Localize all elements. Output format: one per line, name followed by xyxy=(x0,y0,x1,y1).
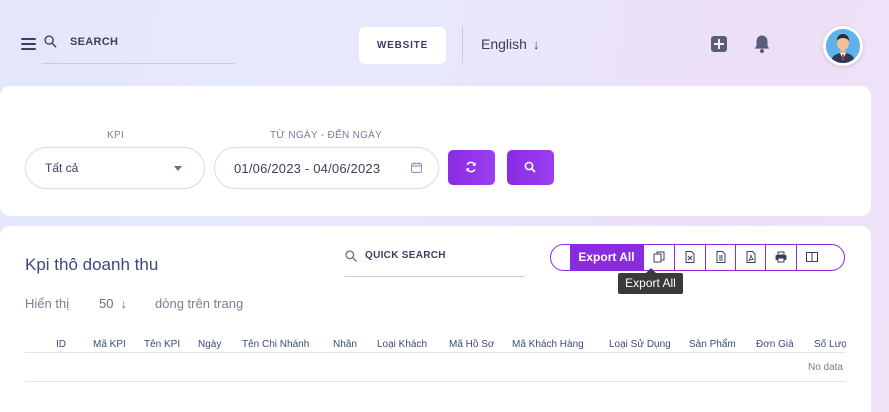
column-header[interactable]: Mã Khách Hàng xyxy=(512,339,584,350)
table-card: Kpi thô doanh thu Export All Export All … xyxy=(0,226,871,412)
refresh-icon xyxy=(466,161,476,173)
kpi-label: KPI xyxy=(107,130,125,141)
column-header[interactable]: Đơn Giá xyxy=(756,339,794,350)
page-size-value: 50 xyxy=(99,296,114,311)
rows-per-page-label: dòng trên trang xyxy=(155,296,244,311)
column-header[interactable]: Nhân xyxy=(333,339,357,350)
website-button[interactable]: WEBSITE xyxy=(359,27,446,64)
excel-file-icon xyxy=(685,251,695,263)
export-all-tooltip: Export All xyxy=(618,268,683,294)
column-header[interactable]: Loại Khách xyxy=(377,339,427,350)
pdf-button[interactable] xyxy=(735,245,765,270)
table-title: Kpi thô doanh thu xyxy=(25,255,159,274)
filter-card: KPI TỪ NGÀY - ĐẾN NGÀY Tất cả 01/06/2023… xyxy=(0,86,871,216)
show-label: Hiển thị xyxy=(25,296,70,311)
excel-button[interactable] xyxy=(674,245,704,270)
menu-icon[interactable] xyxy=(21,38,36,50)
language-selector[interactable]: English ↓ xyxy=(481,36,539,52)
caret-down-icon xyxy=(174,166,182,171)
column-header[interactable]: ID xyxy=(56,339,66,350)
column-header[interactable]: Loại Sử Dụng xyxy=(609,339,671,350)
avatar[interactable] xyxy=(823,26,863,66)
top-bar: WEBSITE English ↓ xyxy=(0,0,889,86)
print-button[interactable] xyxy=(765,245,795,270)
search-button[interactable] xyxy=(507,150,554,185)
refresh-button[interactable] xyxy=(448,150,495,185)
arrow-down-icon: ↓ xyxy=(532,37,540,52)
column-header[interactable]: Số Lượ xyxy=(814,339,846,350)
column-header[interactable]: Tên KPI xyxy=(144,339,180,350)
print-icon xyxy=(775,251,787,263)
date-range-picker[interactable]: 01/06/2023 - 04/06/2023 xyxy=(214,147,439,189)
csv-button[interactable] xyxy=(705,245,735,270)
header-divider xyxy=(462,26,463,63)
columns-icon xyxy=(806,252,818,262)
arrow-down-icon: ↓ xyxy=(120,296,127,311)
search-icon xyxy=(44,35,57,48)
text-file-icon xyxy=(716,251,726,263)
export-button-group: Export All xyxy=(550,244,845,271)
page-size-select[interactable]: 50 ↓ xyxy=(99,296,127,311)
bell-icon[interactable] xyxy=(753,34,771,54)
column-header[interactable]: Sản Phẩm xyxy=(689,339,736,350)
table-header: ID Mã KPI Tên KPI Ngày Tên Chi Nhánh Nhâ… xyxy=(25,330,846,353)
column-header[interactable]: Tên Chi Nhánh xyxy=(242,339,309,350)
kpi-select[interactable]: Tất cả xyxy=(25,147,205,189)
user-avatar-icon xyxy=(826,29,860,63)
column-visibility-button[interactable] xyxy=(796,245,826,270)
quick-search-box xyxy=(344,244,525,277)
search-box xyxy=(42,30,235,64)
date-range-label: TỪ NGÀY - ĐẾN NGÀY xyxy=(270,130,383,141)
date-range-value: 01/06/2023 - 04/06/2023 xyxy=(234,161,381,176)
no-data-text: No data xyxy=(807,362,843,373)
search-icon xyxy=(345,250,357,262)
search-input[interactable] xyxy=(70,36,230,48)
kpi-select-value: Tất cả xyxy=(45,161,79,175)
empty-row: No data xyxy=(25,353,846,382)
copy-icon xyxy=(653,251,665,263)
search-icon xyxy=(524,161,536,173)
quick-search-input[interactable] xyxy=(365,250,515,261)
calendar-icon xyxy=(411,162,422,173)
language-label: English xyxy=(481,36,527,52)
column-header[interactable]: Mã KPI xyxy=(93,339,126,350)
copy-button[interactable] xyxy=(643,245,673,270)
column-header[interactable]: Ngày xyxy=(198,339,221,350)
column-header[interactable]: Mã Hồ Sơ xyxy=(449,339,494,350)
export-all-button[interactable]: Export All xyxy=(570,245,643,270)
add-icon[interactable] xyxy=(711,36,727,52)
pdf-file-icon xyxy=(746,251,756,263)
